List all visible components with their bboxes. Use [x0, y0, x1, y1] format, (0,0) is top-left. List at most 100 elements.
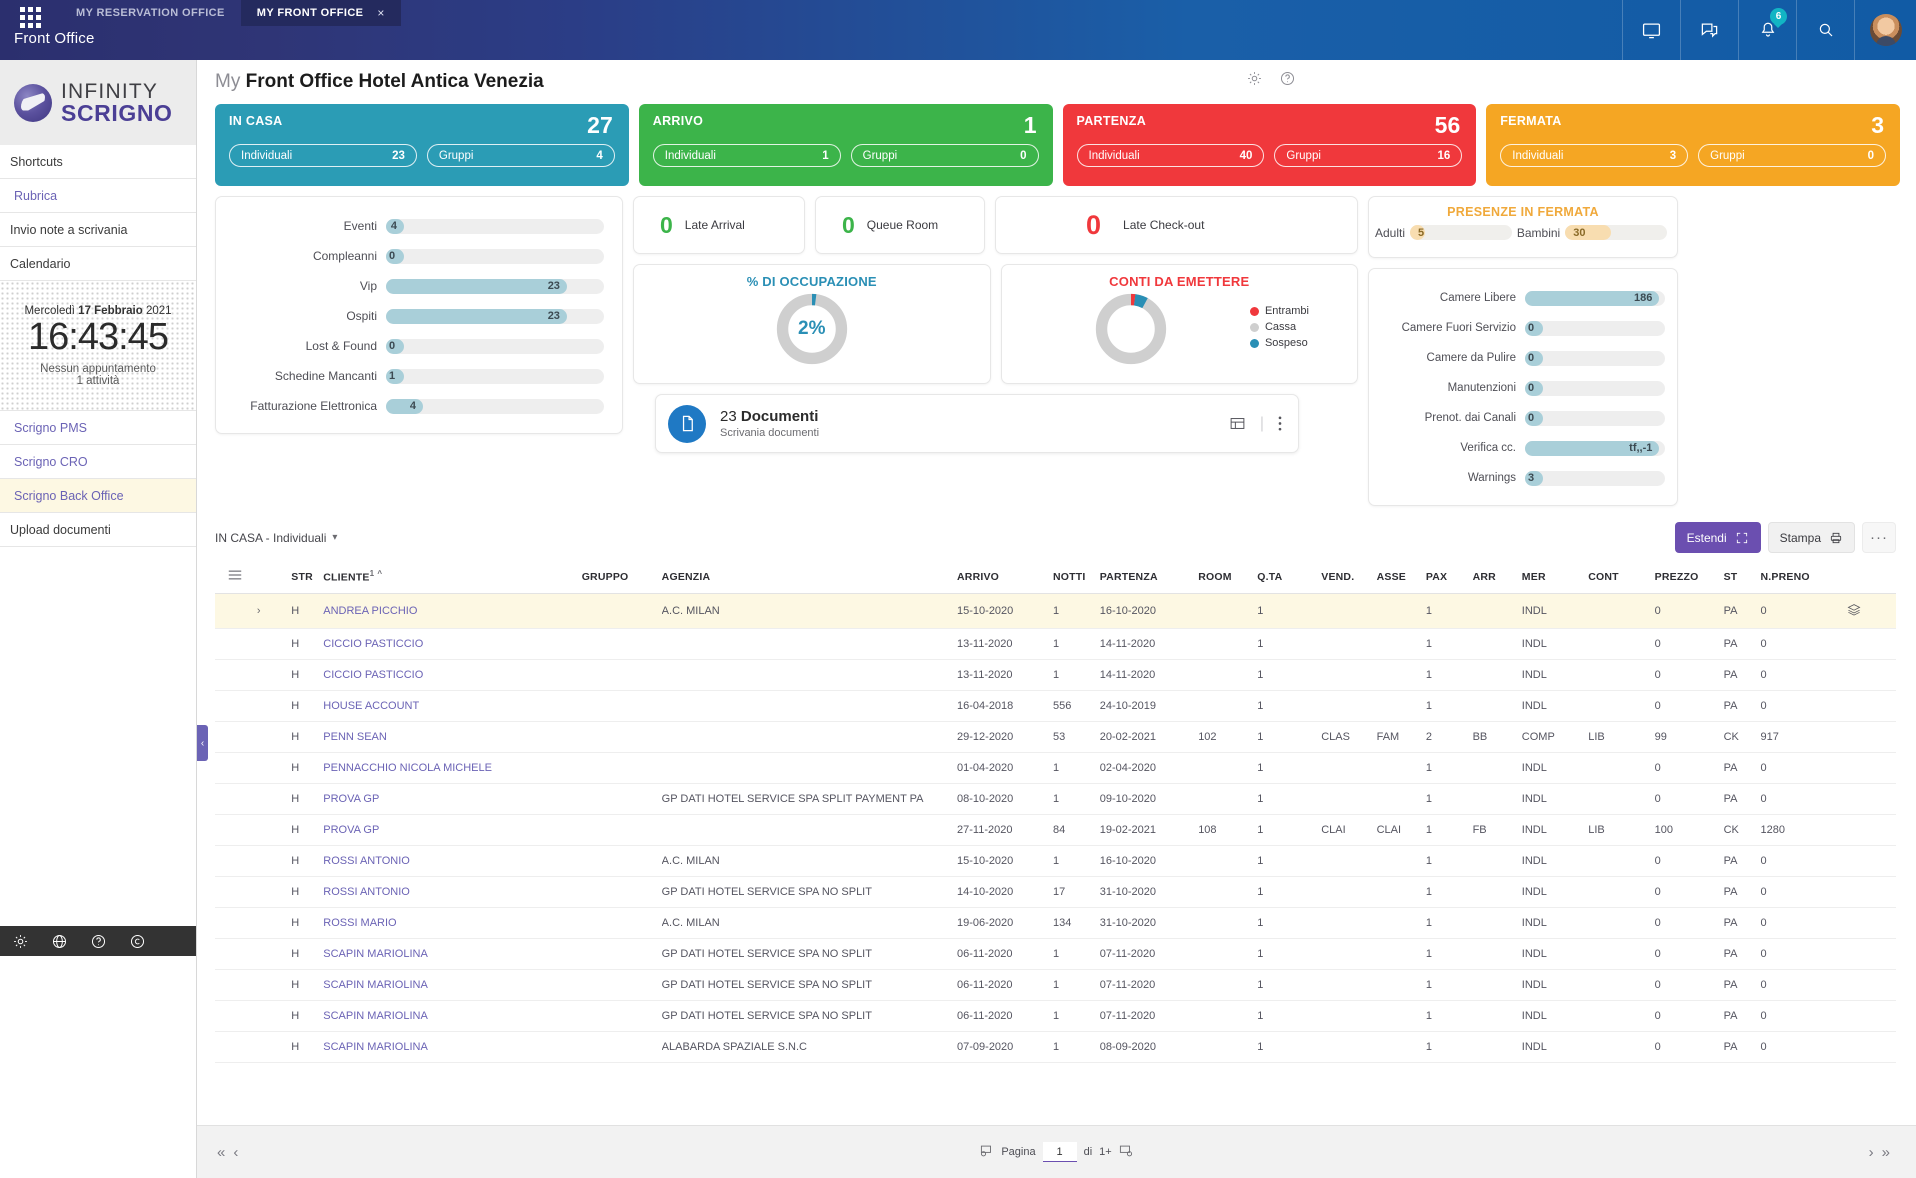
kpi-pill-gruppi[interactable]: Gruppi 16	[1274, 144, 1462, 167]
column-cont[interactable]: CONT	[1588, 563, 1654, 594]
sidebar-item-rubrica[interactable]: Rubrica	[0, 179, 196, 213]
search-icon[interactable]	[1796, 0, 1854, 60]
page-number-input[interactable]	[1043, 1142, 1077, 1162]
kpi-pill-individuali[interactable]: Individuali 1	[653, 144, 841, 167]
cell-asse	[1377, 691, 1426, 722]
more-actions-button[interactable]: ···	[1862, 522, 1896, 553]
column-arr[interactable]: ARR	[1473, 563, 1522, 594]
cell-str: H	[291, 939, 323, 970]
table-row[interactable]: HCICCIO PASTICCIO13-11-2020114-11-202011…	[215, 629, 1896, 660]
page-jump-first-icon[interactable]	[980, 1144, 994, 1161]
column-cliente[interactable]: CLIENTE1 ^	[323, 563, 581, 594]
cell-qta: 1	[1257, 1001, 1321, 1032]
table-row[interactable]: HSCAPIN MARIOLINAGP DATI HOTEL SERVICE S…	[215, 970, 1896, 1001]
column-notti[interactable]: NOTTI	[1053, 563, 1100, 594]
conti-chart-card[interactable]: CONTI DA EMETTERE	[1001, 264, 1359, 384]
tab-my-reservation-office[interactable]: MY RESERVATION OFFICE	[60, 0, 241, 26]
layers-icon[interactable]	[1847, 594, 1896, 629]
help-icon[interactable]	[90, 933, 107, 950]
avatar[interactable]	[1854, 0, 1916, 60]
table-row[interactable]: HPENNACCHIO NICOLA MICHELE01-04-2020102-…	[215, 753, 1896, 784]
kpi-pill-individuali[interactable]: Individuali 40	[1077, 144, 1265, 167]
column-prezzo[interactable]: PREZZO	[1655, 563, 1724, 594]
column-pax[interactable]: PAX	[1426, 563, 1473, 594]
kpi-pill-value: 16	[1437, 150, 1450, 162]
kpi-card-arrivo[interactable]: ARRIVO 1 Individuali 1 Gruppi 0	[639, 104, 1053, 186]
column-partenza[interactable]: PARTENZA	[1100, 563, 1198, 594]
kpi-pill-gruppi[interactable]: Gruppi 0	[851, 144, 1039, 167]
column-asse[interactable]: ASSE	[1377, 563, 1426, 594]
kpi-pill-value: 0	[1020, 150, 1026, 162]
table-row[interactable]: HPROVA GP27-11-20208419-02-20211081CLAIC…	[215, 815, 1896, 846]
cell-agenzia	[662, 629, 957, 660]
gear-icon[interactable]	[12, 933, 29, 950]
column-npreno[interactable]: N.PRENO	[1760, 563, 1846, 594]
stampa-button[interactable]: Stampa	[1768, 522, 1855, 553]
estendi-button[interactable]: Estendi	[1675, 522, 1761, 553]
cell-pax: 1	[1426, 815, 1473, 846]
sidebar-item-scrigno-cro[interactable]: Scrigno CRO	[0, 445, 196, 479]
late-arrival-card[interactable]: 0 Late Arrival	[633, 196, 805, 254]
late-checkout-card[interactable]: 0 Late Check-out	[995, 196, 1358, 254]
column-arrivo[interactable]: ARRIVO	[957, 563, 1053, 594]
chat-icon[interactable]	[1680, 0, 1738, 60]
presenze-value-bambini: 30	[1565, 225, 1611, 240]
table-row[interactable]: HPENN SEAN29-12-20205320-02-20211021CLAS…	[215, 722, 1896, 753]
table-view-icon[interactable]	[1229, 415, 1246, 432]
column-agenzia[interactable]: AGENZIA	[662, 563, 957, 594]
kpi-card-fermata[interactable]: FERMATA 3 Individuali 3 Gruppi 0	[1486, 104, 1900, 186]
sidebar-item-shortcuts[interactable]: Shortcuts	[0, 145, 196, 179]
occupancy-chart-card[interactable]: % DI OCCUPAZIONE 2%	[633, 264, 991, 384]
monitor-icon[interactable]	[1622, 0, 1680, 60]
kpi-pill-gruppi[interactable]: Gruppi 4	[427, 144, 615, 167]
table-row[interactable]: HROSSI ANTONIOA.C. MILAN15-10-2020116-10…	[215, 846, 1896, 877]
column-str[interactable]: STR	[291, 563, 323, 594]
copyright-icon[interactable]	[129, 933, 146, 950]
table-row[interactable]: HSCAPIN MARIOLINAGP DATI HOTEL SERVICE S…	[215, 1001, 1896, 1032]
sidebar-item-invio-note[interactable]: Invio note a scrivania	[0, 213, 196, 247]
globe-icon[interactable]	[51, 933, 68, 950]
column-room[interactable]: ROOM	[1198, 563, 1257, 594]
kpi-total: 27	[587, 112, 613, 139]
column-mer[interactable]: MER	[1522, 563, 1588, 594]
bell-icon[interactable]: 6	[1738, 0, 1796, 60]
sidebar-item-upload-documenti[interactable]: Upload documenti	[0, 513, 196, 547]
column-qta[interactable]: Q.TA	[1257, 563, 1321, 594]
column-menu-icon[interactable]	[215, 563, 257, 594]
column-st[interactable]: ST	[1724, 563, 1761, 594]
more-options-icon[interactable]	[1278, 415, 1282, 432]
sidebar-item-calendario[interactable]: Calendario	[0, 247, 196, 281]
column-gruppo[interactable]: GRUPPO	[582, 563, 662, 594]
table-row[interactable]: HPROVA GPGP DATI HOTEL SERVICE SPA SPLIT…	[215, 784, 1896, 815]
kpi-card-in-casa[interactable]: IN CASA 27 Individuali 23 Gruppi 4	[215, 104, 629, 186]
help-icon[interactable]	[1279, 70, 1296, 87]
gear-icon[interactable]	[1246, 70, 1263, 87]
grid-view-selector[interactable]: IN CASA - Individuali ▾	[215, 531, 337, 545]
apps-grid-icon[interactable]	[0, 4, 60, 30]
table-row[interactable]: HSCAPIN MARIOLINAGP DATI HOTEL SERVICE S…	[215, 939, 1896, 970]
table-row[interactable]: ›HANDREA PICCHIOA.C. MILAN15-10-2020116-…	[215, 594, 1896, 629]
kpi-card-partenza[interactable]: PARTENZA 56 Individuali 40 Gruppi 16	[1063, 104, 1477, 186]
table-row[interactable]: HROSSI MARIOA.C. MILAN19-06-202013431-10…	[215, 908, 1896, 939]
kpi-pill-gruppi[interactable]: Gruppi 0	[1698, 144, 1886, 167]
sidebar-item-scrigno-pms[interactable]: Scrigno PMS	[0, 411, 196, 445]
table-row[interactable]: HROSSI ANTONIOGP DATI HOTEL SERVICE SPA …	[215, 877, 1896, 908]
page-jump-last-icon[interactable]	[1119, 1144, 1133, 1161]
documents-card[interactable]: 23 Documenti Scrivania documenti |	[655, 394, 1299, 453]
table-row[interactable]: HCICCIO PASTICCIO13-11-2020114-11-202011…	[215, 660, 1896, 691]
room-stat-label: Camere Libere	[1375, 292, 1525, 304]
cell-mer: INDL	[1522, 815, 1588, 846]
kpi-pill-individuali[interactable]: Individuali 3	[1500, 144, 1688, 167]
queue-room-card[interactable]: 0 Queue Room	[815, 196, 985, 254]
close-icon[interactable]: ×	[377, 6, 384, 20]
tab-my-front-office[interactable]: MY FRONT OFFICE ×	[241, 0, 401, 26]
column-vend[interactable]: VEND.	[1321, 563, 1376, 594]
cell-menu	[215, 753, 257, 784]
table-header-row: STR CLIENTE1 ^ GRUPPO AGENZIA ARRIVO NOT…	[215, 563, 1896, 594]
cell-icon	[1847, 846, 1896, 877]
sidebar-collapse-handle[interactable]: ‹	[197, 725, 208, 761]
sidebar-item-scrigno-back-office[interactable]: Scrigno Back Office	[0, 479, 196, 513]
table-row[interactable]: HSCAPIN MARIOLINAALABARDA SPAZIALE S.N.C…	[215, 1032, 1896, 1063]
table-row[interactable]: HHOUSE ACCOUNT16-04-201855624-10-201911I…	[215, 691, 1896, 722]
kpi-pill-individuali[interactable]: Individuali 23	[229, 144, 417, 167]
